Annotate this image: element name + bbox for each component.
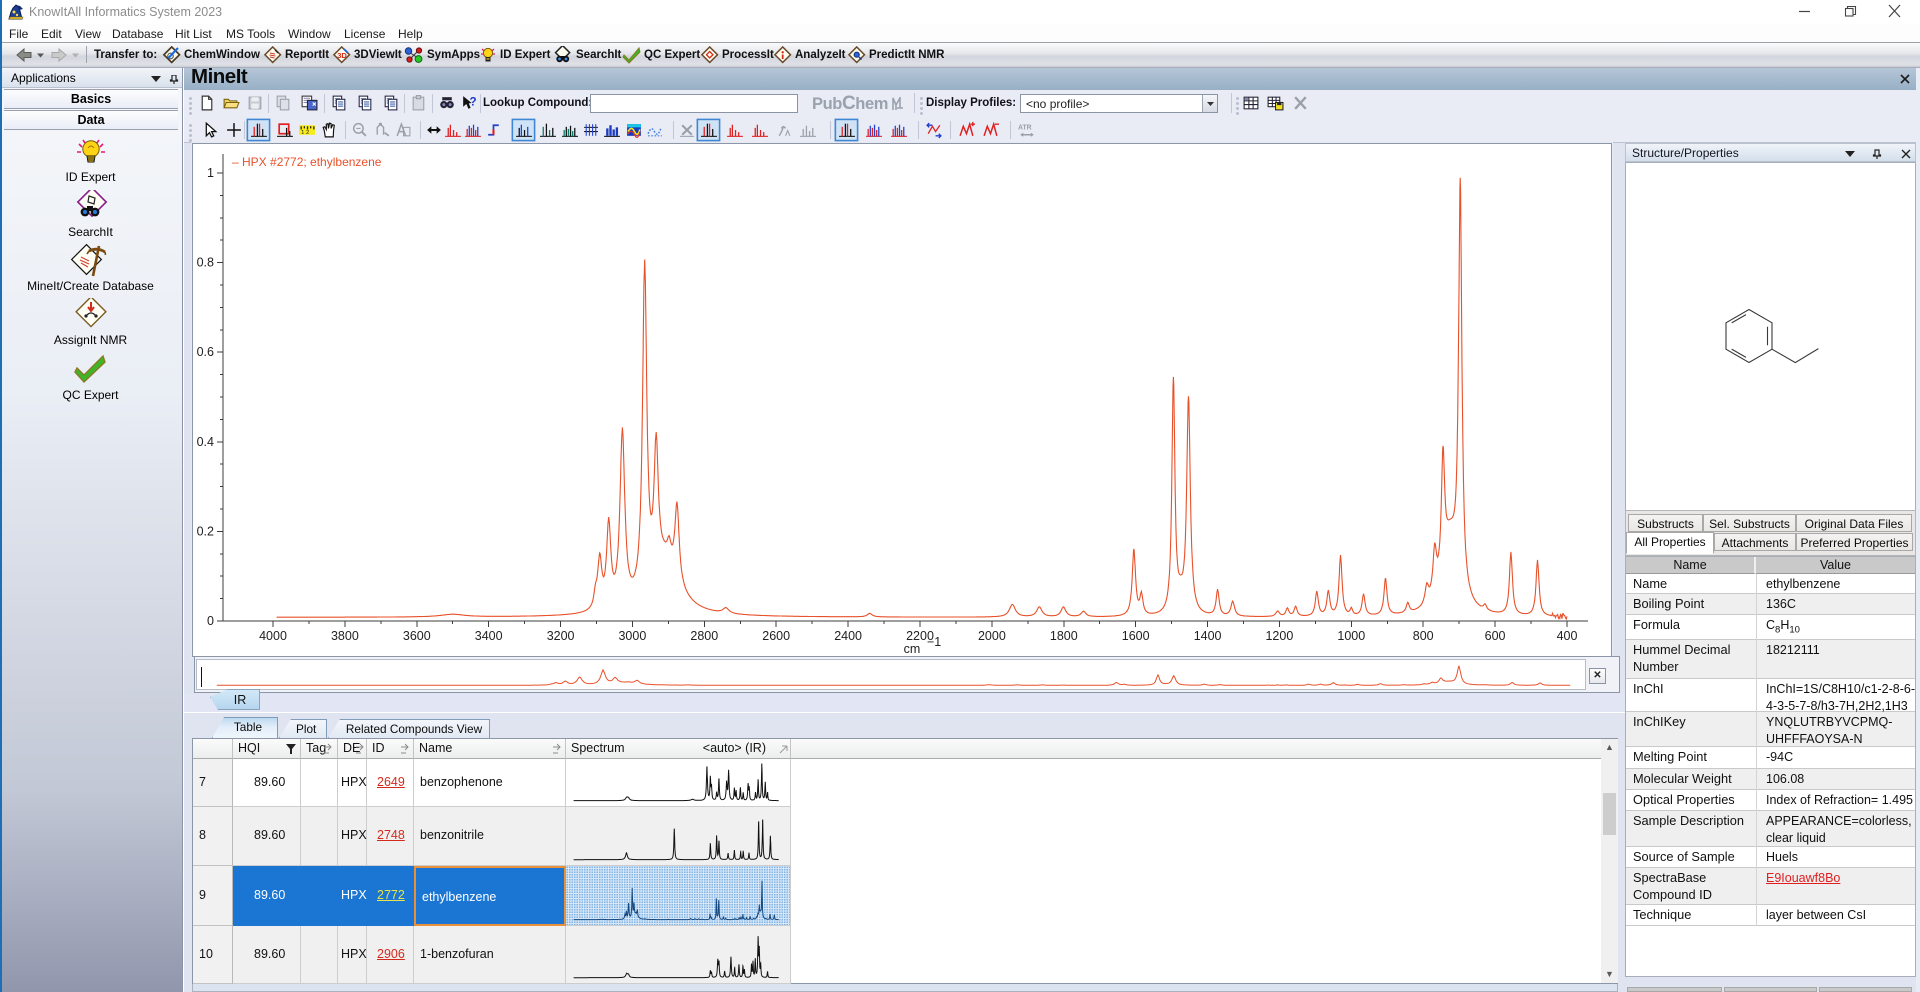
svg-text:0.8: 0.8 [197,256,214,270]
svg-text:3D: 3D [337,51,347,60]
svg-text:3200: 3200 [547,629,575,643]
svg-text:cm: cm [904,642,921,656]
svg-text:ATR: ATR [1018,124,1032,131]
svg-text:1 2: 1 2 [301,130,309,136]
svg-text:1400: 1400 [1194,629,1222,643]
svg-text:1200: 1200 [1265,629,1293,643]
svg-text:0.4: 0.4 [197,435,214,449]
svg-text:4000: 4000 [259,629,287,643]
svg-text:1600: 1600 [1122,629,1150,643]
svg-text:1000: 1000 [1337,629,1365,643]
svg-text:1: 1 [207,166,214,180]
svg-text:?: ? [470,96,477,109]
svg-text:2800: 2800 [690,629,718,643]
svg-text:0.6: 0.6 [197,345,214,359]
svg-text:0.2: 0.2 [197,524,214,538]
svg-text:800: 800 [1413,629,1434,643]
svg-text:400: 400 [1557,629,1578,643]
svg-text:2600: 2600 [762,629,790,643]
svg-text:3000: 3000 [618,629,646,643]
svg-text:0: 0 [207,614,214,628]
svg-text:600: 600 [1485,629,1506,643]
svg-text:3800: 3800 [331,629,359,643]
svg-text:1800: 1800 [1050,629,1078,643]
svg-text:2000: 2000 [978,629,1006,643]
svg-text:3400: 3400 [475,629,503,643]
svg-text:3600: 3600 [403,629,431,643]
svg-text:2400: 2400 [834,629,862,643]
svg-text:−1: −1 [927,635,941,649]
